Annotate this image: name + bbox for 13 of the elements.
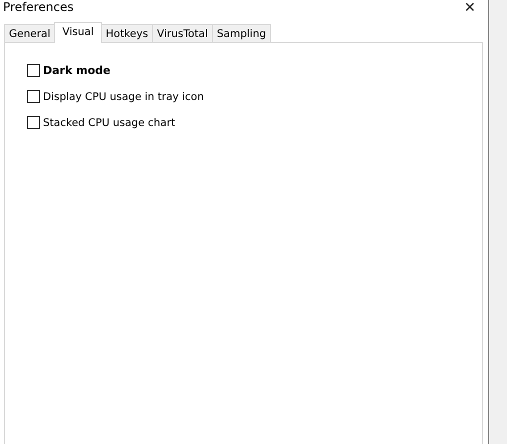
checkbox-label: Display CPU usage in tray icon — [43, 90, 204, 102]
tab[interactable]: VirusTotal — [152, 24, 213, 42]
checkbox[interactable] — [27, 116, 40, 129]
close-button[interactable]: ✕ — [458, 0, 482, 14]
tab[interactable]: General — [4, 24, 56, 42]
tab[interactable]: Visual — [54, 22, 102, 43]
checkbox-label: Stacked CPU usage chart — [43, 116, 176, 128]
window-title: Preferences — [2, 0, 74, 14]
tab[interactable]: Sampling — [212, 24, 272, 42]
checkbox[interactable] — [27, 64, 40, 77]
checkbox-label: Dark mode — [43, 64, 110, 77]
tab[interactable]: Hotkeys — [100, 24, 154, 42]
checkbox[interactable] — [27, 90, 40, 103]
